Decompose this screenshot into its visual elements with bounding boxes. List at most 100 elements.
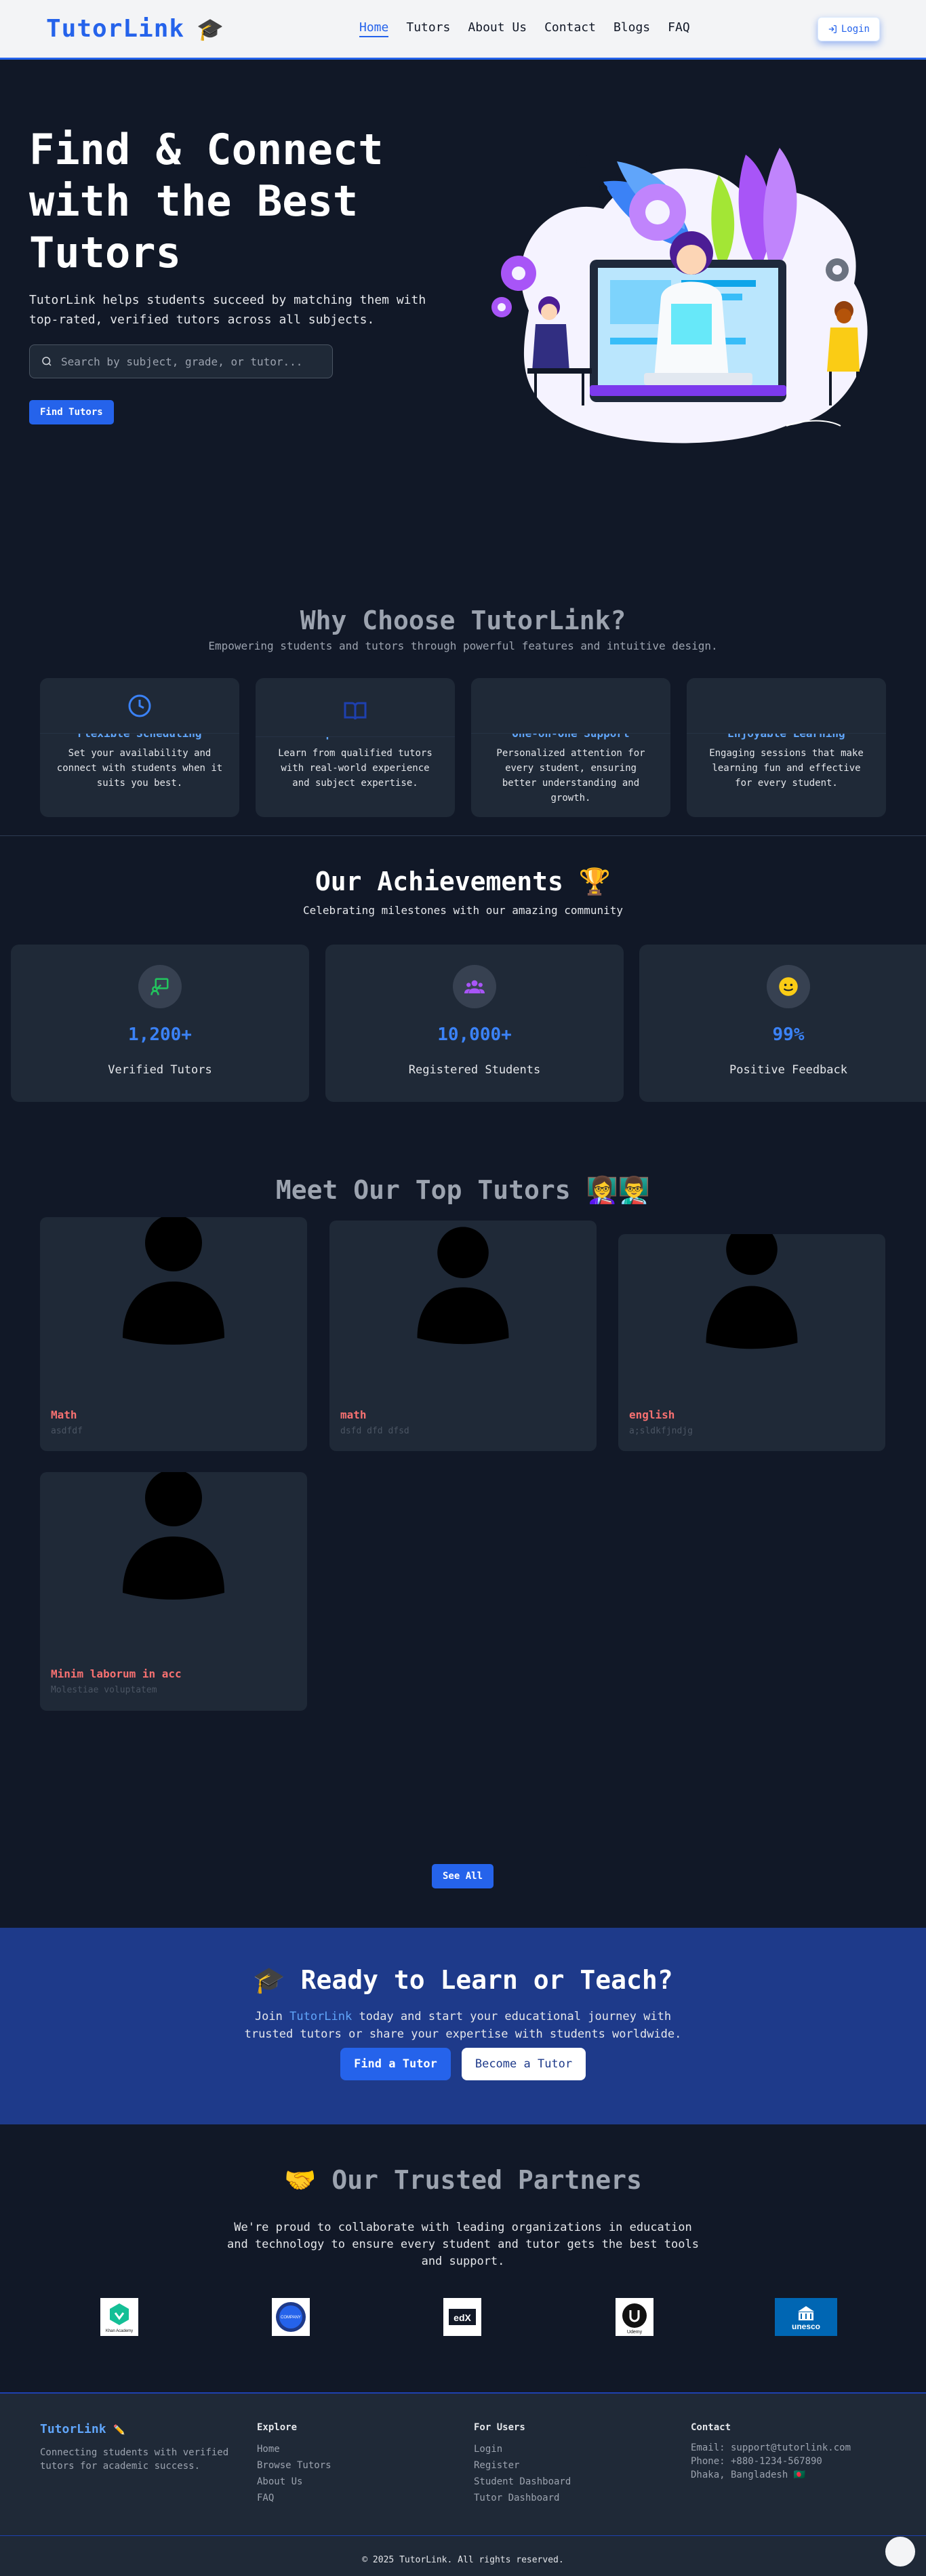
feature-card: Flexible Scheduling Set your availabilit… <box>40 678 239 817</box>
footer-users-col: For Users Login Register Student Dashboa… <box>474 2422 571 2506</box>
become-a-tutor-button[interactable]: Become a Tutor <box>462 2048 586 2080</box>
brand-name[interactable]: TutorLink <box>46 15 184 43</box>
find-a-tutor-button[interactable]: Find a Tutor <box>340 2048 451 2080</box>
partner-logo-text: Udemy <box>627 2330 643 2335</box>
partner-logo-udemy[interactable]: Udemy <box>616 2298 653 2336</box>
feature-card-top <box>687 678 886 734</box>
partner-logo-unesco[interactable]: unesco <box>775 2298 837 2336</box>
top-tutors-section: Meet Our Top Tutors 👩‍🏫👨‍🏫 Math asdfdf m… <box>0 1155 926 1928</box>
feature-text: Learn from qualified tutors with real-wo… <box>278 748 432 789</box>
partners-text: We're proud to collaborate with leading … <box>227 2221 699 2268</box>
achievements-title: Our Achievements 🏆 <box>315 867 611 896</box>
hero-search-box[interactable] <box>29 344 333 378</box>
feature-card-top <box>256 686 455 737</box>
search-input[interactable] <box>61 355 321 368</box>
footer-contact-col: Contact Email: support@tutorlink.com Pho… <box>691 2422 851 2482</box>
footer-email: Email: support@tutorlink.com <box>691 2442 851 2453</box>
feature-text: Set your availability and connect with s… <box>56 748 223 789</box>
avatar <box>40 1217 307 1353</box>
footer-link-home[interactable]: Home <box>257 2441 331 2457</box>
nav-tutors[interactable]: Tutors <box>406 20 450 37</box>
partners-title-text: Our Trusted Partners <box>331 2165 642 2195</box>
feature-text: Engaging sessions that make learning fun… <box>709 748 864 789</box>
scroll-to-top-button[interactable] <box>885 2537 915 2567</box>
nav-home[interactable]: Home <box>359 20 389 37</box>
cta-title: 🎓 Ready to Learn or Teach? <box>0 1965 926 1996</box>
footer-link-register[interactable]: Register <box>474 2457 571 2474</box>
footer-link-faq[interactable]: FAQ <box>257 2490 331 2506</box>
footer-copyright: © 2025 TutorLink. All rights reserved. <box>0 2535 926 2576</box>
tutor-description: Molestiae voluptatem <box>51 1685 157 1695</box>
why-choose-section: Why Choose TutorLink? Empowering student… <box>0 500 926 836</box>
tutor-card[interactable]: math dsfd dfd dfsd <box>329 1221 597 1451</box>
nav-blogs[interactable]: Blogs <box>613 20 650 37</box>
footer-link-tutor-dashboard[interactable]: Tutor Dashboard <box>474 2490 571 2506</box>
feature-card: One-on-One Support Personalized attentio… <box>471 678 670 817</box>
partners-title: 🤝 Our Trusted Partners <box>0 2165 926 2196</box>
why-title: Why Choose TutorLink? <box>300 606 626 635</box>
footer-link-browse-tutors[interactable]: Browse Tutors <box>257 2457 331 2474</box>
book-icon <box>344 702 367 720</box>
login-button[interactable]: Login <box>817 16 880 41</box>
nav-faq[interactable]: FAQ <box>668 20 690 37</box>
footer: TutorLink ✏️ Connecting students with ve… <box>0 2392 926 2576</box>
login-label: Login <box>841 23 870 35</box>
partner-logo-khan-academy[interactable]: Khan Academy <box>100 2298 138 2336</box>
tutor-description: a;sldkfjndjg <box>629 1426 693 1436</box>
why-subtitle: Empowering students and tutors through p… <box>208 639 718 652</box>
partner-logo-text: COMPANY <box>281 2316 301 2320</box>
nav-about-us[interactable]: About Us <box>468 20 527 37</box>
brand[interactable]: TutorLink 🎓 <box>46 15 224 43</box>
graduation-cap-icon: 🎓 <box>253 1965 285 1995</box>
partner-logo-company[interactable]: COMPANY <box>272 2298 310 2336</box>
tutor-card[interactable]: Minim laborum in acc Molestiae voluptate… <box>40 1472 307 1711</box>
partner-logo-edx[interactable]: edX <box>443 2298 481 2336</box>
achievement-card: 99% Positive Feedback <box>639 945 926 1102</box>
tutor-subject: english <box>629 1408 675 1421</box>
nav-contact[interactable]: Contact <box>544 20 596 37</box>
feature-card: Enjoyable Learning Engaging sessions tha… <box>687 678 886 817</box>
footer-tagline: Connecting students with verified tutors… <box>40 2447 229 2472</box>
find-tutors-button[interactable]: Find Tutors <box>29 400 114 424</box>
hero-illustration <box>491 148 868 443</box>
tutor-card[interactable]: Math asdfdf <box>40 1217 307 1451</box>
feature-text: Personalized attention for every student… <box>496 748 645 804</box>
footer-link-login[interactable]: Login <box>474 2441 571 2457</box>
achievements-subtitle: Celebrating milestones with our amazing … <box>302 904 623 917</box>
partners-section: 🤝 Our Trusted Partners We're proud to co… <box>0 2124 926 2392</box>
login-icon <box>828 24 837 33</box>
tutor-subject: math <box>340 1408 367 1421</box>
partner-logo-text: edX <box>454 2312 471 2323</box>
achievement-value: 1,200+ <box>128 1025 192 1045</box>
achievement-label: Verified Tutors <box>108 1063 212 1077</box>
tutor-description: asdfdf <box>51 1426 83 1436</box>
cta-text-prefix: Join <box>254 2010 290 2023</box>
avatar <box>329 1226 597 1355</box>
main-nav: Home Tutors About Us Contact Blogs FAQ <box>359 20 690 37</box>
achievement-label: Positive Feedback <box>729 1063 847 1077</box>
avatar <box>40 1472 307 1608</box>
footer-explore-col: Explore Home Browse Tutors About Us FAQ <box>257 2422 331 2506</box>
smile-icon <box>767 965 810 1008</box>
tutor-description: dsfd dfd dfsd <box>340 1426 409 1436</box>
footer-link-student-dashboard[interactable]: Student Dashboard <box>474 2474 571 2490</box>
footer-brand-col: TutorLink ✏️ Connecting students with ve… <box>40 2422 243 2473</box>
navbar: TutorLink 🎓 Home Tutors About Us Contact… <box>0 0 926 60</box>
footer-phone: Phone: +880-1234-567890 <box>691 2456 822 2467</box>
feature-card-top <box>40 678 239 734</box>
achievement-value: 99% <box>772 1025 805 1045</box>
footer-brand: TutorLink ✏️ <box>40 2422 243 2436</box>
see-all-button[interactable]: See All <box>432 1864 494 1888</box>
footer-brand-name: TutorLink <box>40 2422 106 2436</box>
clock-icon <box>128 694 151 717</box>
footer-address: Dhaka, Bangladesh 🇧🇩 <box>691 2470 806 2480</box>
achievement-card: 1,200+ Verified Tutors <box>11 945 309 1102</box>
achievement-label: Registered Students <box>408 1063 541 1077</box>
partner-logo-text: Khan Academy <box>106 2329 133 2333</box>
footer-users-title: For Users <box>474 2422 525 2433</box>
achievement-value: 10,000+ <box>437 1025 512 1045</box>
tutor-card[interactable]: english a;sldkfjndjg <box>618 1234 885 1451</box>
tutor-subject: Minim laborum in acc <box>51 1667 182 1680</box>
footer-link-about-us[interactable]: About Us <box>257 2474 331 2490</box>
partner-logo-text: unesco <box>792 2322 820 2331</box>
